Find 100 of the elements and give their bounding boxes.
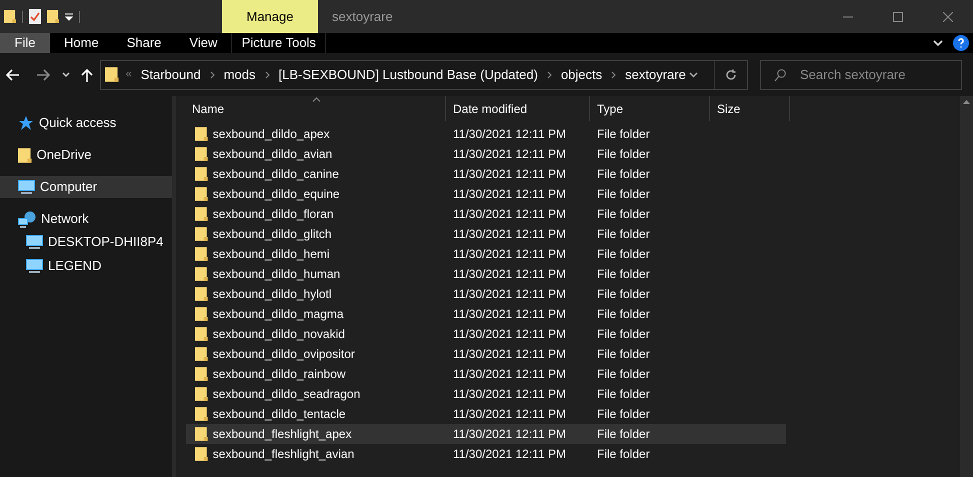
type-cell-text: File folder (596, 266, 651, 283)
nav-item[interactable]: Network (0, 208, 172, 230)
file-row[interactable]: sexbound_dildo_seadragon 11/30/2021 12:11 PM File folder (186, 384, 786, 404)
file-row[interactable]: sexbound_dildo_avian 11/30/2021 12:11 PM File folder (186, 144, 786, 164)
file-name: sexbound_dildo_ovipositor (212, 346, 355, 363)
nav-item[interactable]: OneDrive (0, 144, 172, 166)
properties-icon[interactable] (29, 9, 41, 24)
address-bar[interactable]: « Starbound mods [LB-SEXBOUND] Lustbound Base (Updated) objects sextoyrare (100, 60, 748, 90)
date-cell-text: 11/30/2021 12:11 PM (452, 226, 567, 243)
file-row[interactable]: sexbound_fleshlight_apex 11/30/2021 12:11 PM File folder (186, 424, 786, 444)
help-icon[interactable] (953, 35, 969, 51)
file-row[interactable]: sexbound_dildo_canine 11/30/2021 12:11 PM File folder (186, 164, 786, 184)
type-cell-text: File folder (596, 406, 651, 423)
file-name: sexbound_dildo_apex (212, 126, 330, 143)
file-row[interactable]: sexbound_dildo_tentacle 11/30/2021 12:11 PM File folder (186, 404, 786, 424)
file-tab[interactable]: File (0, 33, 50, 53)
folder-icon (195, 306, 208, 322)
chevron-down-icon[interactable] (62, 72, 70, 78)
type-cell-text: File folder (596, 446, 651, 463)
column-header[interactable]: Size (710, 96, 790, 121)
type-cell-text: File folder (596, 426, 651, 443)
type-cell-text: File folder (596, 286, 651, 303)
breadcrumb[interactable]: objects (560, 64, 602, 84)
file-name: sexbound_dildo_floran (212, 206, 334, 223)
folder-icon (47, 9, 59, 24)
file-name: sexbound_dildo_avian (212, 146, 332, 163)
overflow-chevron[interactable]: « (126, 66, 132, 83)
window-title: sextoyrare (332, 8, 393, 26)
dropdown-icon[interactable] (65, 12, 73, 20)
up-arrow-icon[interactable] (81, 68, 93, 82)
file-row[interactable]: sexbound_dildo_hemi 11/30/2021 12:11 PM File folder (186, 244, 786, 264)
forward-arrow-icon[interactable] (36, 68, 50, 80)
computer-icon (18, 180, 35, 194)
date-cell-text: 11/30/2021 12:11 PM (452, 186, 567, 203)
nav-item[interactable]: DESKTOP-DHII8P4 (0, 230, 172, 254)
ribbon-tab[interactable]: View (175, 33, 232, 53)
folder-icon (195, 346, 208, 362)
folder-icon (195, 326, 208, 342)
file-name: sexbound_dildo_hylotl (212, 286, 332, 303)
chevron-right-icon (264, 70, 270, 78)
file-row[interactable]: sexbound_dildo_floran 11/30/2021 12:11 PM File folder (186, 204, 786, 224)
file-row[interactable]: sexbound_dildo_magma 11/30/2021 12:11 PM File folder (186, 304, 786, 324)
breadcrumb[interactable]: mods (224, 64, 256, 84)
file-name: sexbound_dildo_hemi (212, 246, 330, 263)
date-cell-text: 11/30/2021 12:11 PM (452, 166, 567, 183)
folder-icon (195, 266, 208, 282)
folder-icon (195, 126, 208, 142)
type-cell-text: File folder (596, 166, 651, 183)
folder-icon (18, 146, 32, 164)
search-field[interactable]: Search sextoyrare (760, 60, 962, 90)
computer-icon (26, 258, 43, 274)
contextual-tab[interactable]: Manage (222, 0, 318, 33)
file-name: sexbound_dildo_novakid (212, 326, 345, 343)
column-header[interactable]: Date modified (446, 96, 590, 121)
date-cell-text: 11/30/2021 12:11 PM (452, 386, 567, 403)
folder-icon (195, 206, 208, 222)
ribbon-tab[interactable]: Share (112, 33, 176, 53)
column-header[interactable]: Name (176, 96, 446, 121)
date-cell-text: 11/30/2021 12:11 PM (452, 406, 567, 423)
type-cell-text: File folder (596, 246, 651, 263)
nav-item[interactable]: Quick access (0, 112, 172, 134)
nav-item[interactable]: LEGEND (0, 254, 172, 278)
folder-icon (105, 66, 119, 83)
ribbon-tab[interactable]: Home (50, 33, 113, 53)
search-icon (774, 68, 786, 82)
breadcrumb[interactable]: Starbound (140, 64, 201, 84)
scroll-up-icon[interactable] (963, 100, 970, 104)
nav-item[interactable]: Computer (0, 176, 172, 198)
maximize-icon[interactable] (893, 12, 903, 22)
computer-icon (26, 234, 43, 250)
column-header[interactable]: Type (590, 96, 710, 121)
folder-icon (4, 9, 16, 24)
type-cell-text: File folder (596, 126, 651, 143)
file-row[interactable]: sexbound_fleshlight_avian 11/30/2021 12:11 PM File folder (186, 444, 786, 464)
date-cell-text: 11/30/2021 12:11 PM (452, 426, 567, 443)
breadcrumb[interactable]: sextoyrare (625, 64, 686, 84)
breadcrumb[interactable]: [LB-SEXBOUND] Lustbound Base (Updated) (278, 64, 538, 84)
date-cell-text: 11/30/2021 12:11 PM (452, 366, 567, 383)
file-row[interactable]: sexbound_dildo_apex 11/30/2021 12:11 PM File folder (186, 124, 786, 144)
file-name: sexbound_dildo_seadragon (212, 386, 360, 403)
chevron-down-icon[interactable] (689, 72, 698, 78)
folder-icon (195, 406, 208, 422)
file-row[interactable]: sexbound_dildo_human 11/30/2021 12:11 PM File folder (186, 264, 786, 284)
file-row[interactable]: sexbound_dildo_glitch 11/30/2021 12:11 PM File folder (186, 224, 786, 244)
date-cell-text: 11/30/2021 12:11 PM (452, 126, 567, 143)
date-cell-text: 11/30/2021 12:11 PM (452, 286, 567, 303)
file-row[interactable]: sexbound_dildo_rainbow 11/30/2021 12:11 PM File folder (186, 364, 786, 384)
file-row[interactable]: sexbound_dildo_hylotl 11/30/2021 12:11 PM File folder (186, 284, 786, 304)
chevron-right-icon (611, 70, 616, 78)
date-cell-text: 11/30/2021 12:11 PM (452, 306, 567, 323)
refresh-icon[interactable] (725, 68, 737, 80)
type-cell-text: File folder (596, 386, 651, 403)
close-icon[interactable] (943, 12, 953, 22)
chevron-right-icon (210, 70, 215, 78)
file-name: sexbound_dildo_equine (212, 186, 340, 203)
file-name: sexbound_dildo_tentacle (212, 406, 346, 423)
back-arrow-icon[interactable] (6, 68, 20, 80)
file-row[interactable]: sexbound_dildo_novakid 11/30/2021 12:11 PM File folder (186, 324, 786, 344)
file-row[interactable]: sexbound_dildo_ovipositor 11/30/2021 12:11 PM File folder (186, 344, 786, 364)
file-row[interactable]: sexbound_dildo_equine 11/30/2021 12:11 PM File folder (186, 184, 786, 204)
